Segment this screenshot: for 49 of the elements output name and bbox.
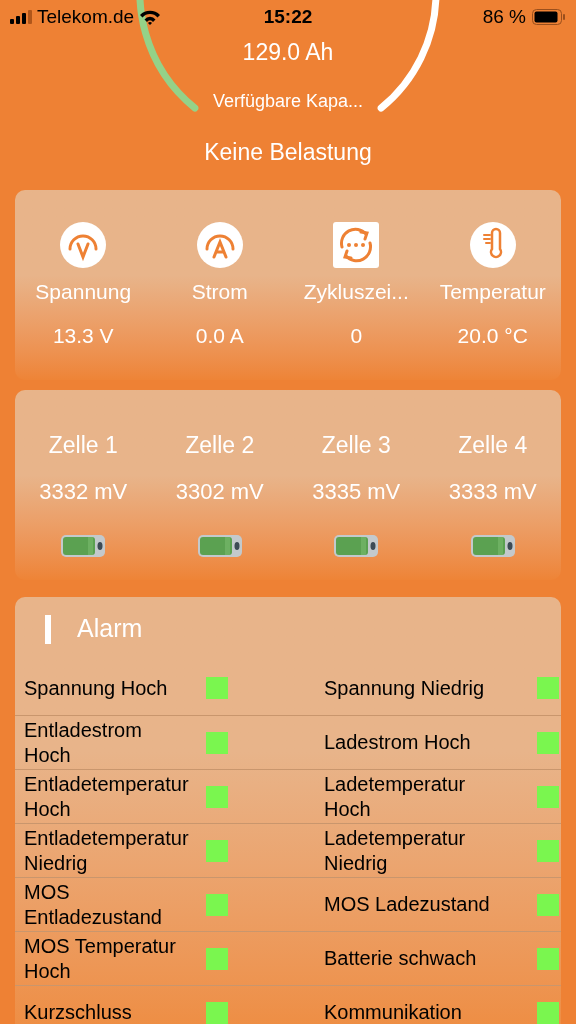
alarm-label: Ladetemperatur Hoch bbox=[324, 771, 467, 822]
alarm-label: Ladetemperatur Niedrig bbox=[324, 825, 467, 876]
battery-icon bbox=[532, 9, 566, 25]
alarm-label: Entladetemperatur Niedrig bbox=[24, 825, 190, 876]
thermometer-icon bbox=[469, 222, 516, 268]
battery-percentage: 86 % bbox=[482, 4, 526, 29]
alarm-label: Spannung Hoch bbox=[24, 675, 169, 701]
load-status: Keine Belastung bbox=[204, 137, 372, 167]
battery-cell-icon bbox=[196, 533, 243, 558]
wifi-icon bbox=[139, 9, 162, 25]
capacity-value: 129.0 Ah bbox=[242, 38, 334, 67]
metric-label: Strom bbox=[191, 279, 248, 305]
alarm-label: Kurzschluss bbox=[24, 1000, 133, 1024]
battery-cell-icon bbox=[333, 533, 380, 558]
cell-label: Zelle 1 bbox=[48, 431, 118, 460]
alarm-label: Ladestrom Hoch bbox=[324, 730, 472, 755]
title-accent-bar bbox=[45, 614, 51, 644]
voltmeter-icon bbox=[60, 222, 107, 268]
clock-time: 15:22 bbox=[263, 4, 313, 29]
alarm-label: MOS Ladezustand bbox=[324, 892, 491, 917]
metric-label: Zykluszei... bbox=[303, 279, 409, 305]
signal-icon bbox=[10, 10, 32, 24]
alarm-label: MOS Entladezustand bbox=[24, 879, 163, 930]
metric-label: Spannung bbox=[35, 279, 132, 305]
battery-cell-icon bbox=[469, 533, 516, 558]
carrier-name: Telekom.de bbox=[37, 4, 135, 29]
metric-value: 13.3 V bbox=[52, 322, 114, 349]
alarm-label: Kommunikation bbox=[324, 1000, 463, 1024]
cell-label: Zelle 2 bbox=[185, 431, 255, 460]
cell-voltage: 3302 mV bbox=[175, 477, 264, 506]
metric-value: 0.0 A bbox=[195, 322, 244, 349]
cell-label: Zelle 4 bbox=[458, 431, 528, 460]
alarm-label: Entladestrom Hoch bbox=[24, 717, 143, 768]
cell-voltage: 3333 mV bbox=[448, 477, 537, 506]
metric-label: Temperatur bbox=[439, 279, 546, 305]
alarm-label: Entladetemperatur Hoch bbox=[24, 771, 190, 822]
cell-voltage: 3332 mV bbox=[39, 477, 128, 506]
metric-value: 0 bbox=[350, 322, 363, 349]
metric-value: 20.0 °C bbox=[457, 322, 528, 349]
cycle-icon bbox=[333, 222, 380, 268]
alarm-label: MOS Temperatur Hoch bbox=[24, 933, 177, 984]
cell-label: Zelle 3 bbox=[321, 431, 391, 460]
alarm-title: Alarm bbox=[77, 613, 143, 645]
alarm-label: Batterie schwach bbox=[324, 946, 478, 971]
alarm-label: Spannung Niedrig bbox=[324, 675, 486, 701]
gauge-caption: Verfügbare Kapa... bbox=[212, 89, 364, 113]
battery-cell-icon bbox=[60, 533, 107, 558]
ammeter-icon bbox=[196, 222, 243, 268]
cell-voltage: 3335 mV bbox=[312, 477, 401, 506]
